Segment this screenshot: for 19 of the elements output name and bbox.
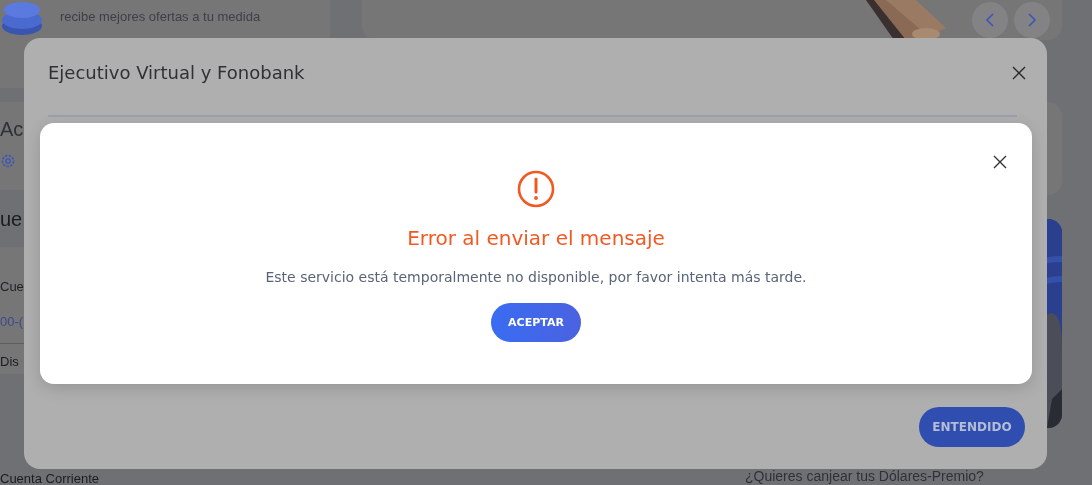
account-type: Cuenta Corriente bbox=[0, 471, 100, 485]
warning-icon bbox=[517, 170, 555, 208]
gear-icon bbox=[0, 153, 16, 169]
promo-text: recibe mejores ofertas a tu medida bbox=[60, 9, 261, 24]
section-title: ue bbox=[0, 208, 24, 231]
chevron-right-icon bbox=[1027, 13, 1037, 27]
understood-button[interactable]: ENTENDIDO bbox=[919, 407, 1025, 447]
error-message: Este servicio está temporalmente no disponible, por favor intenta más tarde. bbox=[265, 269, 807, 285]
chevron-left-icon bbox=[985, 13, 995, 27]
error-title: Error al enviar el mensaje bbox=[407, 226, 665, 250]
balance-label: Dis bbox=[0, 354, 20, 369]
modal-title: Ejecutivo Virtual y Fonobank bbox=[48, 62, 305, 83]
account-number: 00-( bbox=[0, 314, 25, 329]
accept-button[interactable]: ACEPTAR bbox=[491, 303, 581, 342]
promo-question: ¿Quieres canjear tus Dólares-Premio? bbox=[745, 468, 985, 484]
close-button[interactable] bbox=[1011, 64, 1027, 81]
account-name: Cue bbox=[0, 279, 25, 294]
close-button[interactable] bbox=[992, 154, 1008, 170]
section-title: Ac bbox=[0, 118, 25, 141]
